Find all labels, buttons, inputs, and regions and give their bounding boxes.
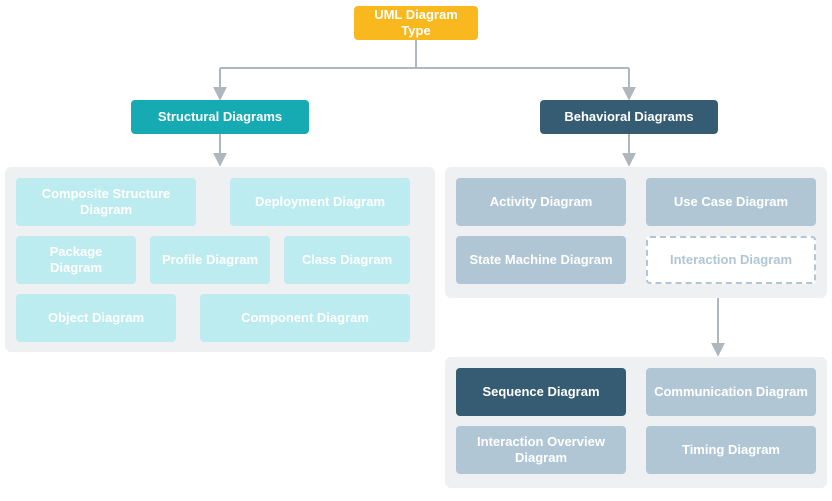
usecase-node: Use Case Diagram bbox=[646, 178, 816, 226]
communication-node: Communication Diagram bbox=[646, 368, 816, 416]
node-label: Use Case Diagram bbox=[674, 194, 788, 210]
node-label: Communication Diagram bbox=[654, 384, 808, 400]
node-label: Sequence Diagram bbox=[482, 384, 599, 400]
sequence-node: Sequence Diagram bbox=[456, 368, 626, 416]
node-label: Package Diagram bbox=[22, 244, 130, 277]
node-label: Object Diagram bbox=[48, 310, 144, 326]
node-label: Profile Diagram bbox=[162, 252, 258, 268]
node-label: Activity Diagram bbox=[490, 194, 593, 210]
node-label: Interaction Diagram bbox=[670, 252, 792, 268]
interaction-overview-node: Interaction Overview Diagram bbox=[456, 426, 626, 474]
timing-node: Timing Diagram bbox=[646, 426, 816, 474]
package-node: Package Diagram bbox=[16, 236, 136, 284]
class-node: Class Diagram bbox=[284, 236, 410, 284]
node-label: Deployment Diagram bbox=[255, 194, 385, 210]
behavioral-category: Behavioral Diagrams bbox=[540, 100, 718, 134]
node-label: State Machine Diagram bbox=[469, 252, 612, 268]
statemachine-node: State Machine Diagram bbox=[456, 236, 626, 284]
node-label: Composite Structure Diagram bbox=[22, 186, 190, 219]
structural-category: Structural Diagrams bbox=[131, 100, 309, 134]
root-node: UML Diagram Type bbox=[354, 6, 478, 40]
profile-node: Profile Diagram bbox=[150, 236, 270, 284]
deployment-node: Deployment Diagram bbox=[230, 178, 410, 226]
object-node: Object Diagram bbox=[16, 294, 176, 342]
component-node: Component Diagram bbox=[200, 294, 410, 342]
node-label: Interaction Overview Diagram bbox=[462, 434, 620, 467]
node-label: Component Diagram bbox=[241, 310, 369, 326]
activity-node: Activity Diagram bbox=[456, 178, 626, 226]
node-label: Timing Diagram bbox=[682, 442, 780, 458]
structural-label: Structural Diagrams bbox=[158, 109, 282, 125]
behavioral-label: Behavioral Diagrams bbox=[564, 109, 693, 125]
composite-structure-node: Composite Structure Diagram bbox=[16, 178, 196, 226]
root-label: UML Diagram Type bbox=[360, 7, 472, 40]
node-label: Class Diagram bbox=[302, 252, 392, 268]
interaction-node: Interaction Diagram bbox=[646, 236, 816, 284]
